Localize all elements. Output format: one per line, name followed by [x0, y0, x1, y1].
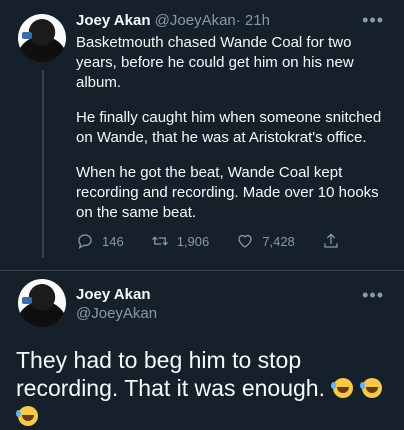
tweet2-text: They had to beg him to stop recording. T… — [16, 346, 400, 430]
tweet1-text: Basketmouth chased Wande Coal for two ye… — [76, 33, 392, 238]
tweet1-header: Joey Akan @JoeyAkan· 21h — [76, 11, 270, 31]
heart-icon — [238, 234, 252, 248]
retweet-icon — [151, 236, 168, 246]
share-button[interactable] — [322, 232, 340, 250]
retweet-count: 1,906 — [176, 233, 210, 249]
author-handle[interactable]: @JoeyAkan — [155, 12, 236, 29]
more-options-icon[interactable]: ••• — [362, 286, 384, 304]
more-options-icon[interactable]: ••• — [362, 11, 384, 29]
tweet1-paragraph: Basketmouth chased Wande Coal for two ye… — [76, 34, 354, 91]
reply-icon — [78, 234, 92, 250]
divider — [0, 270, 404, 271]
tweet1-actions: 146 1,906 7,428 — [76, 232, 346, 250]
tweet1-paragraph: He finally caught him when someone snitc… — [76, 109, 382, 146]
author-handle[interactable]: @JoeyAkan — [76, 305, 157, 323]
thread-line — [42, 70, 44, 258]
reply-button[interactable]: 146 — [76, 232, 124, 250]
tweet2-body: They had to beg him to stop recording. T… — [16, 347, 325, 401]
author-name[interactable]: Joey Akan — [76, 12, 150, 29]
tweet-time[interactable]: · 21h — [236, 12, 270, 29]
like-count: 7,428 — [262, 233, 295, 249]
face-with-tears-of-joy-icon — [16, 406, 38, 426]
face-with-tears-of-joy-icon — [359, 378, 382, 398]
avatar-tweet2[interactable] — [18, 279, 66, 327]
reply-count: 146 — [102, 233, 124, 249]
share-icon — [324, 233, 338, 248]
author-name[interactable]: Joey Akan — [76, 286, 150, 304]
tweet1-paragraph: When he got the beat, Wande Coal kept re… — [76, 164, 379, 221]
like-button[interactable]: 7,428 — [236, 232, 295, 250]
avatar-tweet1[interactable] — [18, 14, 66, 62]
retweet-button[interactable]: 1,906 — [151, 232, 210, 250]
face-with-tears-of-joy-icon — [331, 378, 354, 398]
